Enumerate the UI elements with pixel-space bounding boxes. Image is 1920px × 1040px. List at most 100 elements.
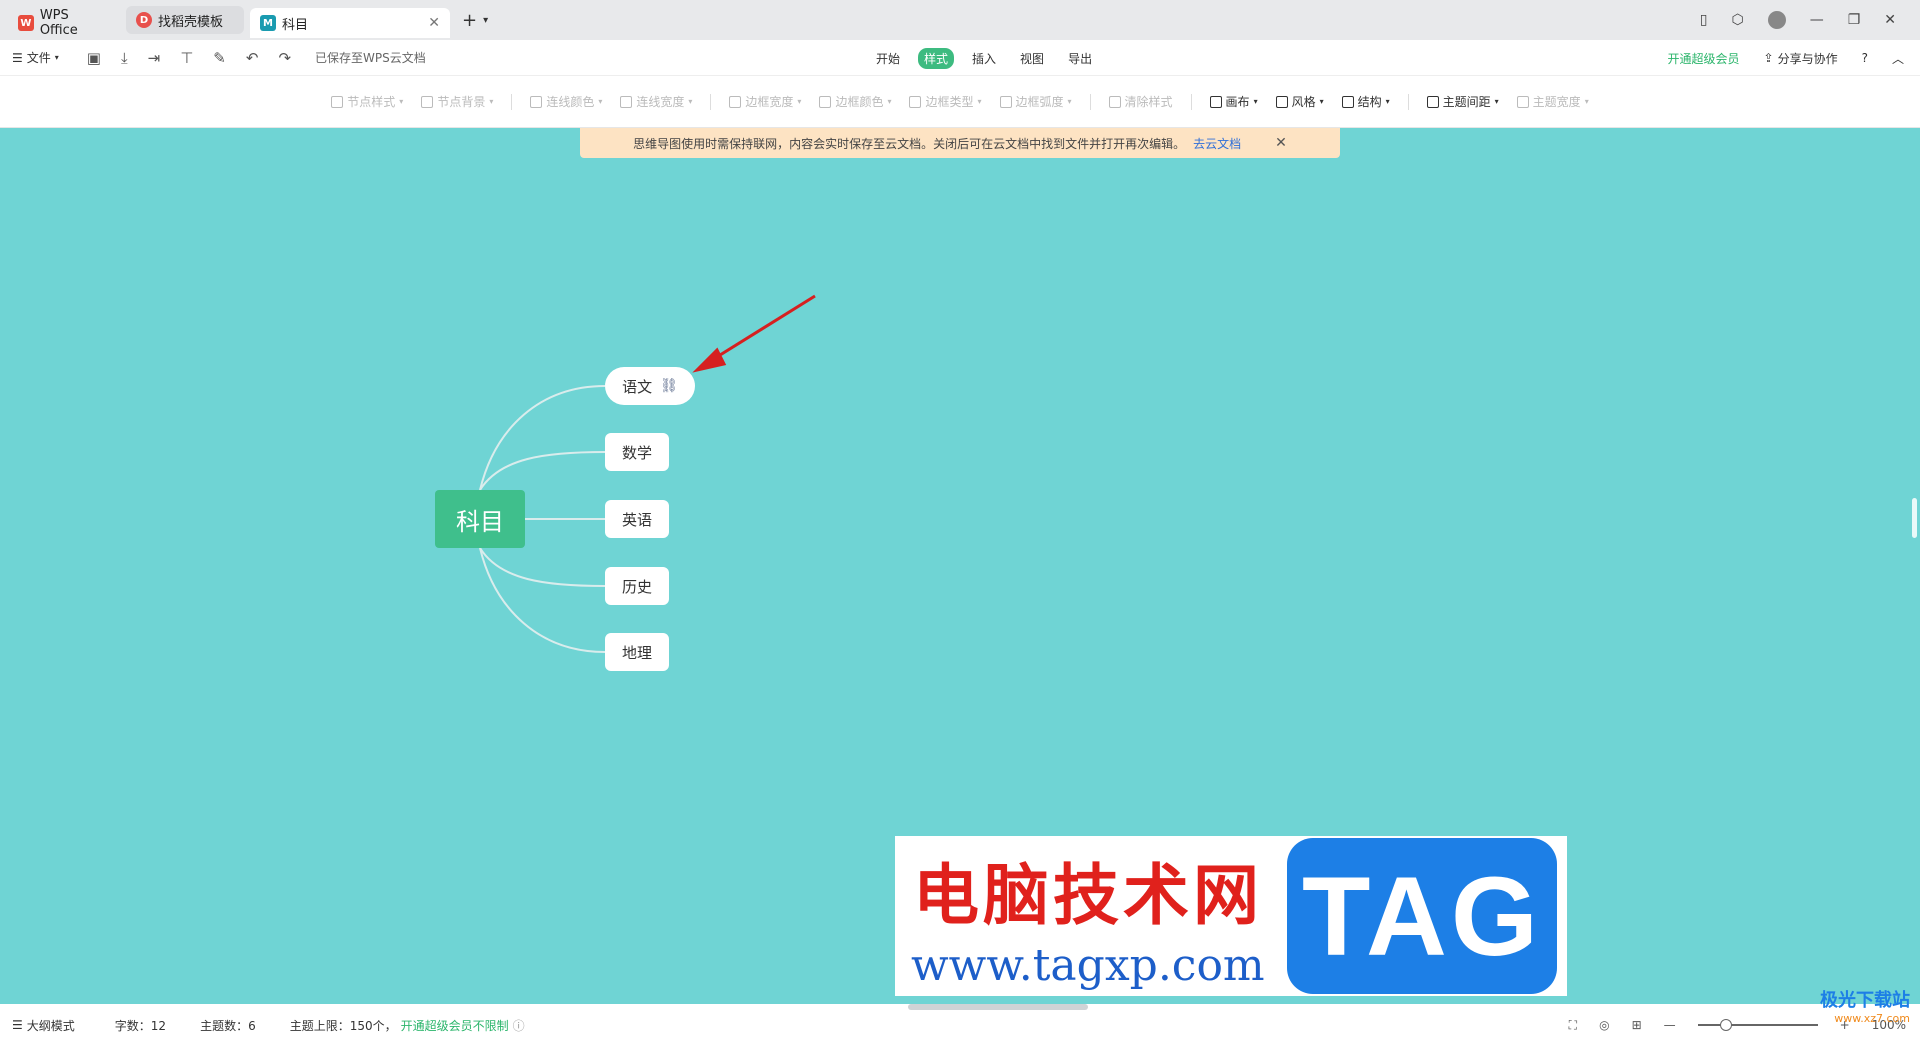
node-style-icon — [331, 95, 344, 108]
border-radius-button[interactable]: 边框弧度 ▾ — [999, 93, 1072, 110]
file-menu-label: 文件 — [26, 51, 51, 65]
save-status: 已保存至WPS云文档 — [315, 51, 426, 65]
close-tab-icon[interactable]: ✕ — [428, 15, 440, 31]
caret-icon: ▾ — [1385, 97, 1390, 106]
topic-width-button[interactable]: 主题宽度 ▾ — [1516, 93, 1589, 110]
topic-node[interactable]: 英语 — [605, 500, 669, 538]
border-type-button[interactable]: 边框类型 ▾ — [909, 93, 982, 110]
line-color-button[interactable]: 连线颜色 ▾ — [530, 93, 602, 110]
plus-icon: + — [462, 9, 478, 31]
tab-label: 科目 — [282, 17, 309, 33]
download-icon[interactable]: ⤓ — [121, 49, 128, 67]
line-color-icon — [530, 95, 543, 108]
locate-icon[interactable]: ◎ — [1599, 1018, 1609, 1032]
connector-line — [479, 547, 606, 653]
menu-icon: ☰ — [12, 50, 23, 65]
save-icon[interactable]: ▣ — [87, 49, 101, 67]
connector-line — [479, 451, 606, 491]
border-color-button[interactable]: 边框颜色 ▾ — [819, 93, 891, 110]
menu-start[interactable]: 开始 — [870, 48, 906, 69]
restore-icon[interactable]: ❐ — [1848, 12, 1861, 28]
line-width-button[interactable]: 连线宽度 ▾ — [620, 93, 692, 110]
new-tab-button[interactable]: + ▾ — [462, 10, 488, 31]
caret-icon: ▾ — [688, 97, 693, 106]
export-icon[interactable]: ⇥ — [148, 49, 161, 67]
menu-export[interactable]: 导出 — [1062, 48, 1098, 69]
topic-node[interactable]: 数学 — [605, 433, 669, 471]
fit-view-icon[interactable]: ⛶ — [1569, 1018, 1577, 1033]
help-icon[interactable]: ? — [1862, 51, 1868, 65]
topic-node[interactable]: 地理 — [605, 633, 669, 671]
caret-icon: ▾ — [489, 97, 494, 106]
shirt-icon — [1275, 95, 1288, 108]
zoom-out-icon[interactable]: — — [1664, 1018, 1676, 1032]
tool-label: 边框颜色 — [835, 95, 884, 109]
avatar[interactable] — [1767, 11, 1786, 29]
zoom-slider[interactable] — [1697, 1019, 1818, 1031]
border-type-icon — [909, 95, 922, 108]
mindmap-canvas[interactable]: 思维导图使用时需保持联网，内容会实时保存至云文档。关闭后可在云文档中找到文件并打… — [0, 128, 1908, 1004]
word-count: 字数：12 — [114, 1018, 167, 1033]
tab-templates[interactable]: D 找稻壳模板 — [126, 6, 244, 34]
root-topic[interactable]: 科目 — [435, 490, 525, 548]
corner-icon — [999, 95, 1012, 108]
node-background-button[interactable]: 节点背景 ▾ — [421, 93, 493, 110]
border-width-icon — [729, 95, 742, 108]
menu-insert[interactable]: 插入 — [966, 48, 1002, 69]
structure-button[interactable]: 结构 ▾ — [1341, 93, 1390, 110]
divider — [1089, 93, 1091, 110]
tool-label: 边框弧度 — [1015, 95, 1064, 109]
topic-label: 地理 — [621, 643, 652, 662]
share-button[interactable]: ⇪ 分享与协作 — [1764, 50, 1838, 67]
redo-icon[interactable]: ↷ — [278, 49, 291, 67]
node-style-button[interactable]: 节点样式 ▾ — [331, 93, 403, 110]
vip-link[interactable]: 开通超级会员 — [1668, 50, 1740, 67]
tab-label: WPS Office — [39, 8, 78, 38]
structure-icon — [1341, 95, 1354, 108]
minimize-icon[interactable]: — — [1810, 12, 1824, 28]
border-width-button[interactable]: 边框宽度 ▾ — [729, 93, 801, 110]
caret-icon: ▾ — [1494, 97, 1499, 106]
menu-bar: ☰ 文件 ▾ ▣ ⤓ ⇥ ⊤ ✎ ↶ ↷ 已保存至WPS云文档 开始 样式 插入… — [0, 40, 1920, 76]
wps-logo-icon: W — [18, 15, 34, 31]
tool-label: 画布 — [1225, 95, 1250, 109]
canvas-button[interactable]: 画布 ▾ — [1209, 93, 1258, 110]
tool-label: 边框类型 — [925, 95, 974, 109]
topic-count: 主题数：6 — [200, 1018, 256, 1033]
close-window-icon[interactable]: ✕ — [1884, 12, 1896, 28]
topic-label: 数学 — [621, 443, 652, 462]
format-painter-icon[interactable]: ⊤ — [180, 49, 193, 67]
file-menu-button[interactable]: ☰ 文件 ▾ — [12, 49, 59, 66]
mindmap-file-icon: M — [260, 15, 276, 31]
zoom-slider-knob[interactable] — [1719, 1019, 1732, 1031]
scroll-thumb[interactable] — [1912, 498, 1917, 538]
collapse-icon[interactable]: ︿ — [1892, 50, 1904, 67]
menu-view[interactable]: 视图 — [1014, 48, 1050, 69]
outline-mode-button[interactable]: ☰ 大纲模式 — [12, 1017, 75, 1034]
caret-icon: ▾ — [399, 97, 404, 106]
vertical-scrollbar[interactable] — [1908, 128, 1920, 1004]
caret-icon: ▾ — [1067, 97, 1072, 106]
divider — [511, 93, 513, 110]
tool-label: 清除样式 — [1124, 95, 1173, 109]
topic-spacing-button[interactable]: 主题间距 ▾ — [1426, 93, 1499, 110]
tool-label: 结构 — [1357, 95, 1382, 109]
link-icon[interactable]: ⛓ — [660, 378, 678, 394]
share-label: 分享与协作 — [1777, 51, 1838, 66]
topic-node[interactable]: 语文 ⛓ — [605, 367, 695, 405]
layout-icon[interactable]: ▯ — [1700, 12, 1708, 28]
pen-icon[interactable]: ✎ — [213, 49, 226, 67]
menu-style[interactable]: 样式 — [918, 47, 955, 69]
topic-node[interactable]: 历史 — [605, 567, 669, 605]
clear-style-button[interactable]: 清除样式 — [1108, 93, 1173, 110]
topic-label: 语文 — [622, 377, 653, 396]
tab-wps-office[interactable]: W WPS Office — [8, 8, 120, 38]
undo-icon[interactable]: ↶ — [246, 49, 259, 67]
info-icon[interactable]: ⓘ — [513, 1017, 525, 1034]
minimap-icon[interactable]: ⊞ — [1632, 1018, 1642, 1032]
cube-icon[interactable]: ⬡ — [1731, 12, 1743, 28]
theme-button[interactable]: 风格 ▾ — [1275, 93, 1324, 110]
tab-active-document[interactable]: M 科目 ✕ — [250, 8, 450, 38]
chevron-down-icon[interactable]: ▾ — [483, 15, 488, 26]
unlimited-vip-link[interactable]: 开通超级会员不限制 — [401, 1017, 509, 1034]
